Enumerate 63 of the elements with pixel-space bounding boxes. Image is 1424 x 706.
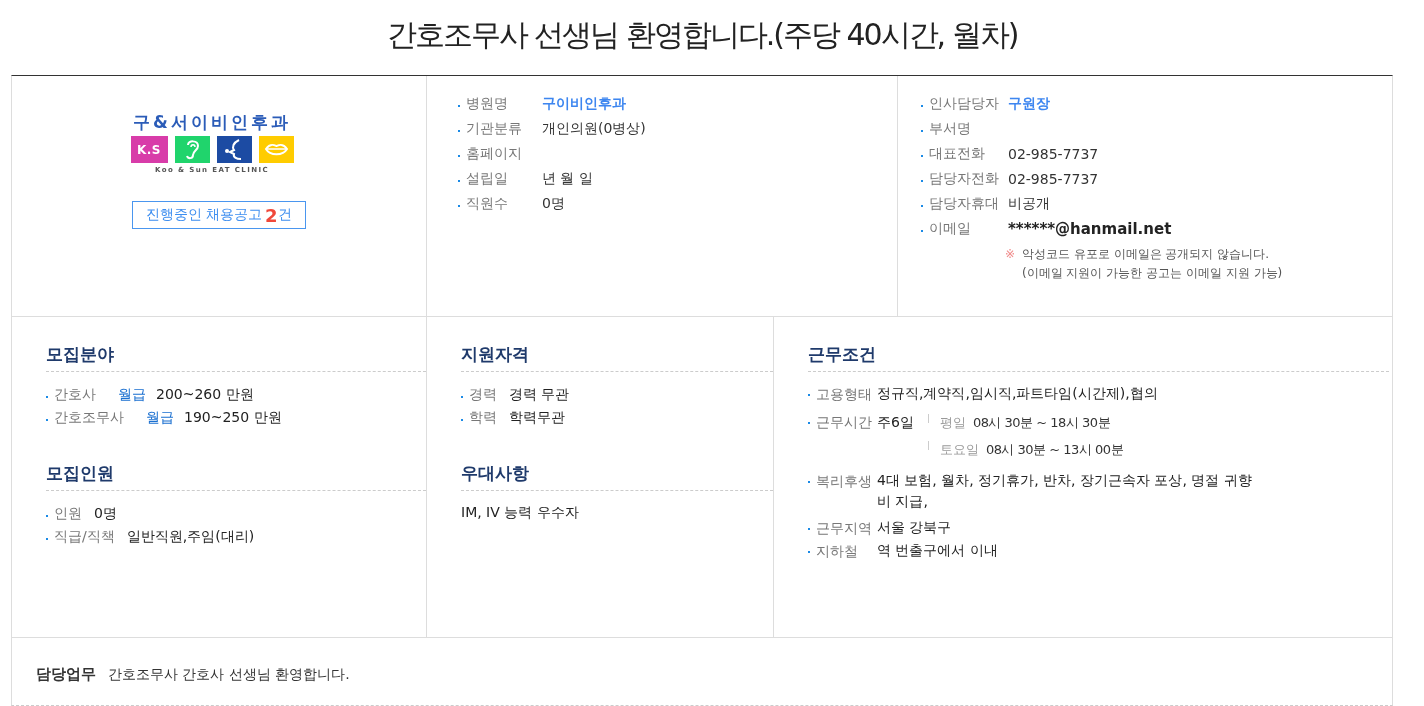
field-value: 190~250 만원 (184, 408, 282, 427)
section-heading: 지원자격 (461, 343, 529, 366)
info-value: ******@hanmail.net (1008, 219, 1172, 238)
field-label: 인원 (54, 504, 82, 523)
field-label: 복리후생 (816, 472, 873, 491)
field-value: 경력 무관 (509, 385, 570, 404)
field-label: 근무지역 (816, 519, 873, 538)
logo-tile: K.S (130, 136, 168, 163)
schedule-value: 08시 30분 ~ 18시 30분 (972, 414, 1110, 432)
notice-text: (이메일 지원이 가능한 공고는 이메일 지원 가능) (1022, 265, 1283, 282)
notice-text: 악성코드 유포로 이메일은 공개되지 않습니다. (1022, 246, 1271, 263)
info-value: 구이비인후과 (542, 94, 626, 113)
pay-type-label: 월급 (146, 408, 174, 427)
field-value: 정규직,계약직,임시직,파트타임(시간제),협의 (877, 384, 1158, 403)
field-label: 고용형태 (816, 385, 873, 404)
field-value: 4대 보험, 월차, 정기휴가, 반차, 장기근속자 포상, 명절 귀향비 지급, (877, 471, 1253, 511)
field-value: 서울 강북구 (877, 518, 952, 537)
field-value: 일반직원,주임(대리) (126, 527, 255, 546)
pay-type-label: 월급 (118, 385, 146, 404)
info-label: 부서명 (929, 119, 972, 138)
field-label: 간호조무사 (54, 408, 124, 427)
field-label: 학력 (469, 408, 497, 427)
info-label: 홈페이지 (466, 144, 523, 163)
field-label: 근무시간 (816, 413, 873, 432)
info-label: 설립일 (466, 169, 509, 188)
field-value: 200~260 만원 (156, 385, 254, 404)
info-value: 02-985-7737 (1008, 170, 1099, 187)
info-value: 구원장 (1008, 94, 1050, 113)
info-label: 병원명 (466, 94, 509, 113)
schedule-label: 평일 (939, 414, 966, 432)
info-value: 02-985-7737 (1008, 145, 1099, 162)
page-title: 간호조무사 선생님 환영합니다.(주당 40시간, 월차) (386, 16, 1018, 54)
info-label: 담당자휴대 (929, 194, 1000, 213)
field-label: 직급/직책 (54, 527, 115, 546)
duty-text: 간호조무사 간호사 선생님 환영합니다. (108, 665, 350, 684)
field-value: 역 번출구에서 이내 (877, 541, 998, 560)
info-value: 개인의원(0병상) (542, 119, 646, 138)
field-value: 주6일 (877, 413, 914, 432)
info-value: 비공개 (1008, 194, 1050, 213)
schedule-label: 토요일 (939, 441, 979, 459)
schedule-value: 08시 30분 ~ 13시 00분 (985, 441, 1123, 459)
duty-label: 담당업무 (36, 665, 96, 684)
notice-mark: ※ (1005, 246, 1017, 263)
info-label: 담당자전화 (929, 169, 1000, 188)
field-value: 0명 (94, 504, 117, 523)
section-heading: 근무조건 (808, 343, 876, 366)
field-value: 학력무관 (509, 408, 565, 427)
info-label: 이메일 (929, 219, 972, 238)
info-label: 기관분류 (466, 119, 523, 138)
field-label: 지하철 (816, 542, 859, 561)
section-heading: 모집인원 (46, 462, 114, 485)
job-postings-button[interactable]: 진행중인 채용공고 2 건 (131, 201, 307, 229)
logo-title: 구&서이비인후과 (133, 112, 291, 133)
info-label: 대표전화 (929, 144, 986, 163)
info-label: 직원수 (466, 194, 509, 213)
section-heading: 우대사항 (461, 462, 529, 485)
field-label: 경력 (469, 385, 497, 404)
field-label: 간호사 (54, 385, 96, 404)
preference-text: IM, IV 능력 우수자 (461, 504, 579, 520)
info-label: 인사담당자 (929, 94, 1000, 113)
info-value: 년 월 일 (542, 169, 593, 188)
section-heading: 모집분야 (46, 343, 114, 366)
info-value: 0명 (542, 194, 565, 213)
